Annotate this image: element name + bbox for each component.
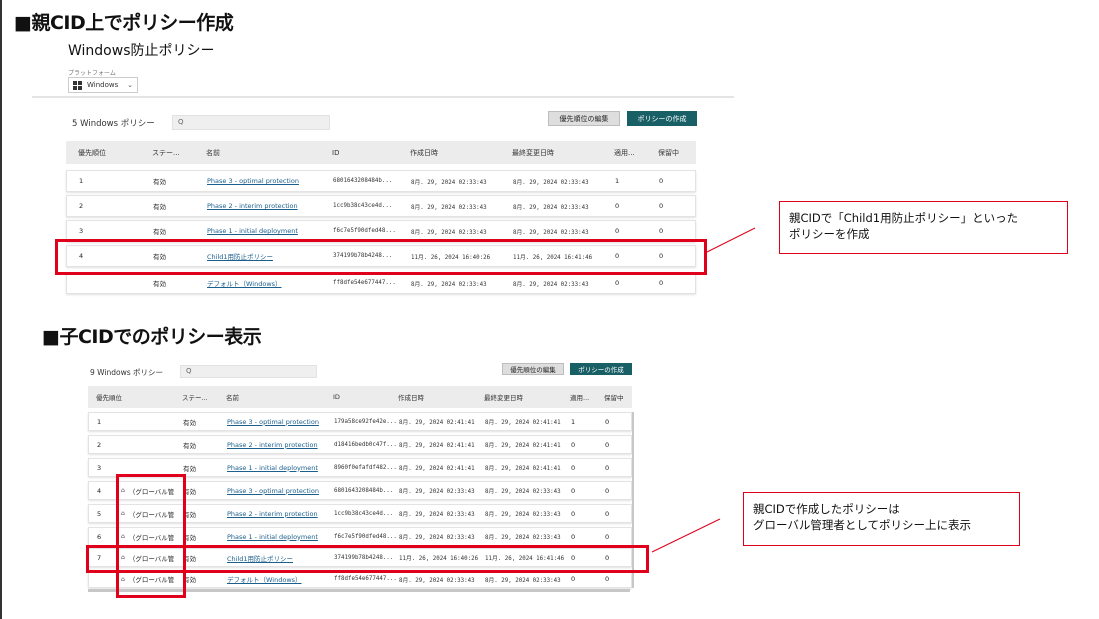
connector-line-parent [706, 227, 756, 253]
connector-line-child [651, 518, 721, 553]
connector-lines [651, 227, 756, 553]
